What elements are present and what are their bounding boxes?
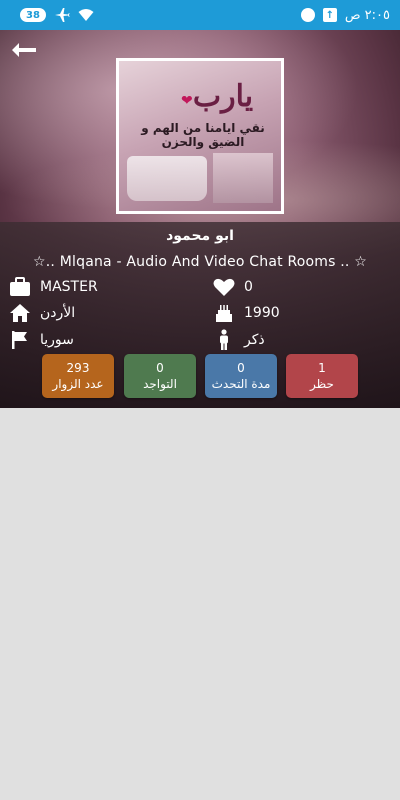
gender-row: ذكر — [212, 328, 265, 352]
back-arrow-icon — [12, 43, 36, 57]
flag-icon — [8, 328, 32, 352]
gender-label: ذكر — [244, 332, 265, 348]
presence-button[interactable]: 0 التواجد — [124, 354, 196, 398]
avatar-title: يارب — [192, 79, 254, 114]
birth-row: 1990 — [212, 301, 280, 325]
status-right: ↑ ٢:٠٥ ص — [300, 7, 390, 23]
country-label: الأردن — [40, 305, 76, 321]
back-button[interactable] — [10, 38, 38, 62]
stat-label: عدد الزوار — [52, 377, 104, 391]
stat-label: التواجد — [143, 377, 177, 391]
avatar-decoration — [213, 153, 273, 203]
visitors-count-button[interactable]: 293 عدد الزوار — [42, 354, 114, 398]
home-icon — [8, 301, 32, 325]
profile-avatar[interactable]: ❤ يارب نقي ايامنا من الهم و الضيق والحزن — [116, 58, 284, 214]
upload-icon: ↑ — [322, 8, 337, 22]
stat-value: 0 — [156, 361, 164, 375]
profile-name: ابو محمود — [166, 228, 234, 244]
whatsapp-icon — [300, 8, 315, 22]
heart-icon[interactable] — [212, 275, 236, 299]
profile-tagline: ☆.. Mlqana - Audio And Video Chat Rooms … — [33, 254, 367, 270]
stat-value: 293 — [66, 361, 90, 375]
briefcase-icon — [8, 275, 32, 299]
wifi-icon — [78, 7, 94, 23]
stat-value: 0 — [237, 361, 245, 375]
avatar-caption: نقي ايامنا من الهم و الضيق والحزن — [141, 121, 265, 149]
rank-row: MASTER — [8, 275, 98, 299]
person-icon — [212, 328, 236, 352]
status-left: 38 — [20, 7, 94, 23]
stat-value: 1 — [318, 361, 326, 375]
content-area — [0, 408, 400, 800]
rank-label: MASTER — [40, 279, 98, 295]
profile-info-panel: ابو محمود ☆.. Mlqana - Audio And Video C… — [0, 222, 400, 408]
airplane-icon — [54, 7, 70, 23]
block-button[interactable]: 1 حظر — [286, 354, 358, 398]
avatar-cup — [127, 156, 207, 201]
stat-label: مدة التحدث — [211, 377, 271, 391]
status-time: ٢:٠٥ ص — [344, 7, 390, 23]
status-bar: 38 ↑ ٢:٠٥ ص — [0, 0, 400, 30]
birthday-cake-icon — [212, 301, 236, 325]
battery-indicator: 38 — [20, 8, 46, 22]
birth-year: 1990 — [244, 305, 280, 321]
city-label: سوريا — [40, 332, 74, 348]
city-row: سوريا — [8, 328, 74, 352]
likes-row: 0 — [212, 275, 253, 299]
talk-duration-button[interactable]: 0 مدة التحدث — [205, 354, 277, 398]
likes-count: 0 — [244, 279, 253, 295]
country-row: الأردن — [8, 301, 75, 325]
stat-label: حظر — [310, 377, 334, 391]
profile-header: ❤ يارب نقي ايامنا من الهم و الضيق والحزن… — [0, 30, 400, 408]
